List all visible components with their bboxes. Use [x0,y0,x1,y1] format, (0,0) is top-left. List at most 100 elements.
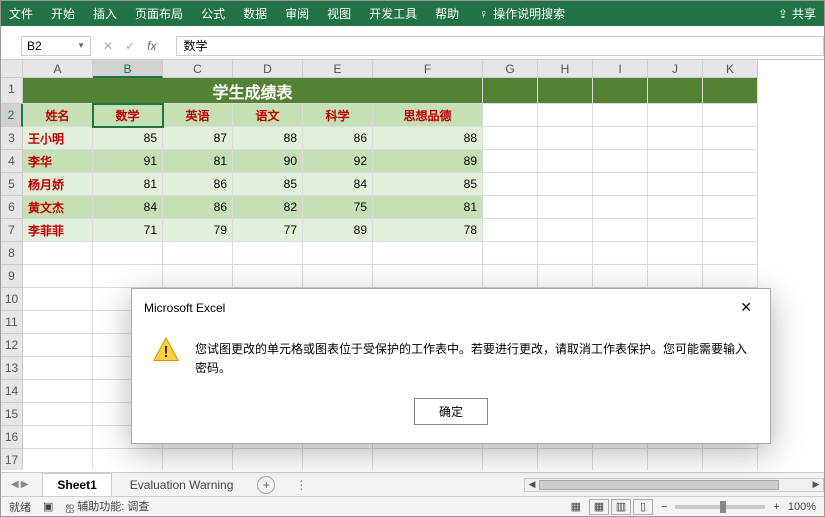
scroll-left-icon[interactable]: ◀ [525,479,539,490]
cell-B8[interactable] [93,242,163,265]
col-header-A[interactable]: A [23,60,93,78]
cell-A11[interactable] [23,311,93,334]
cell-J5[interactable] [648,173,703,196]
cell-G7[interactable] [483,219,538,242]
tab-evaluation-warning[interactable]: Evaluation Warning [116,474,248,496]
col-header-F[interactable]: F [373,60,483,78]
ribbon-tab-0[interactable]: 文件 [9,5,33,22]
cell-G6[interactable] [483,196,538,219]
select-all-corner[interactable] [1,60,23,78]
cell-J6[interactable] [648,196,703,219]
close-icon[interactable]: ✕ [734,299,758,316]
fx-icon[interactable]: fx [147,39,156,53]
data-cell-3-4[interactable]: 81 [373,196,483,219]
data-cell-0-1[interactable]: 87 [163,127,233,150]
name-cell-0[interactable]: 王小明 [23,127,93,150]
cell-A17[interactable] [23,449,93,470]
cell-D9[interactable] [233,265,303,288]
cell-J7[interactable] [648,219,703,242]
header-2[interactable]: 英语 [163,104,233,127]
cell-C9[interactable] [163,265,233,288]
row-header-2[interactable]: 2 [1,104,23,127]
name-cell-4[interactable]: 李菲菲 [23,219,93,242]
cell-H9[interactable] [538,265,593,288]
ribbon-tab-7[interactable]: 视图 [327,5,351,22]
cell-B9[interactable] [93,265,163,288]
cell-A8[interactable] [23,242,93,265]
formula-input[interactable]: 数学 [176,36,824,56]
ribbon-tab-2[interactable]: 插入 [93,5,117,22]
cell-H17[interactable] [538,449,593,470]
data-cell-1-4[interactable]: 89 [373,150,483,173]
cell-I1[interactable] [593,78,648,104]
data-cell-0-3[interactable]: 86 [303,127,373,150]
page-layout-view-button[interactable]: ▥ [611,499,631,515]
page-break-view-button[interactable]: ▯ [633,499,653,515]
tab-sheet1[interactable]: Sheet1 [42,473,111,496]
cell-K2[interactable] [703,104,758,127]
row-header-16[interactable]: 16 [1,426,23,449]
ok-button[interactable]: 确定 [414,398,488,425]
data-cell-0-0[interactable]: 85 [93,127,163,150]
cell-I8[interactable] [593,242,648,265]
cell-K9[interactable] [703,265,758,288]
cell-C8[interactable] [163,242,233,265]
cell-E17[interactable] [303,449,373,470]
data-cell-4-1[interactable]: 79 [163,219,233,242]
data-cell-4-2[interactable]: 77 [233,219,303,242]
cell-E9[interactable] [303,265,373,288]
data-cell-0-4[interactable]: 88 [373,127,483,150]
col-header-J[interactable]: J [648,60,703,78]
ribbon-tab-1[interactable]: 开始 [51,5,75,22]
tell-me-search[interactable]: ♀ 操作说明搜索 [479,5,565,22]
accessibility-status[interactable]: ஐ 辅助功能: 调查 [65,498,149,515]
row-header-8[interactable]: 8 [1,242,23,265]
header-3[interactable]: 语文 [233,104,303,127]
data-cell-2-0[interactable]: 81 [93,173,163,196]
row-header-13[interactable]: 13 [1,357,23,380]
row-header-15[interactable]: 15 [1,403,23,426]
cell-K7[interactable] [703,219,758,242]
cell-H1[interactable] [538,78,593,104]
zoom-level[interactable]: 100% [788,501,816,513]
cell-D17[interactable] [233,449,303,470]
cell-A13[interactable] [23,357,93,380]
data-cell-3-0[interactable]: 84 [93,196,163,219]
display-settings-icon[interactable]: ▦ [571,500,581,513]
cell-J9[interactable] [648,265,703,288]
scroll-right-icon[interactable]: ▶ [809,479,823,490]
data-cell-2-4[interactable]: 85 [373,173,483,196]
cell-H6[interactable] [538,196,593,219]
cell-C17[interactable] [163,449,233,470]
header-1[interactable]: 数学 [93,104,163,127]
sheet-prev-icon[interactable]: ◀ [11,479,19,490]
ribbon-tab-4[interactable]: 公式 [201,5,225,22]
data-cell-0-2[interactable]: 88 [233,127,303,150]
ribbon-tab-8[interactable]: 开发工具 [369,5,417,22]
col-header-I[interactable]: I [593,60,648,78]
cell-I3[interactable] [593,127,648,150]
cell-G9[interactable] [483,265,538,288]
cell-E8[interactable] [303,242,373,265]
cell-J1[interactable] [648,78,703,104]
cell-H4[interactable] [538,150,593,173]
ribbon-tab-3[interactable]: 页面布局 [135,5,183,22]
row-header-6[interactable]: 6 [1,196,23,219]
cell-K1[interactable] [703,78,758,104]
col-header-C[interactable]: C [163,60,233,78]
data-cell-4-4[interactable]: 78 [373,219,483,242]
row-header-10[interactable]: 10 [1,288,23,311]
data-cell-1-3[interactable]: 92 [303,150,373,173]
cell-A16[interactable] [23,426,93,449]
cell-H8[interactable] [538,242,593,265]
cell-G2[interactable] [483,104,538,127]
cell-I17[interactable] [593,449,648,470]
cell-H5[interactable] [538,173,593,196]
cell-J3[interactable] [648,127,703,150]
cell-A12[interactable] [23,334,93,357]
cell-G5[interactable] [483,173,538,196]
col-header-H[interactable]: H [538,60,593,78]
data-cell-2-1[interactable]: 86 [163,173,233,196]
row-header-9[interactable]: 9 [1,265,23,288]
cell-I7[interactable] [593,219,648,242]
